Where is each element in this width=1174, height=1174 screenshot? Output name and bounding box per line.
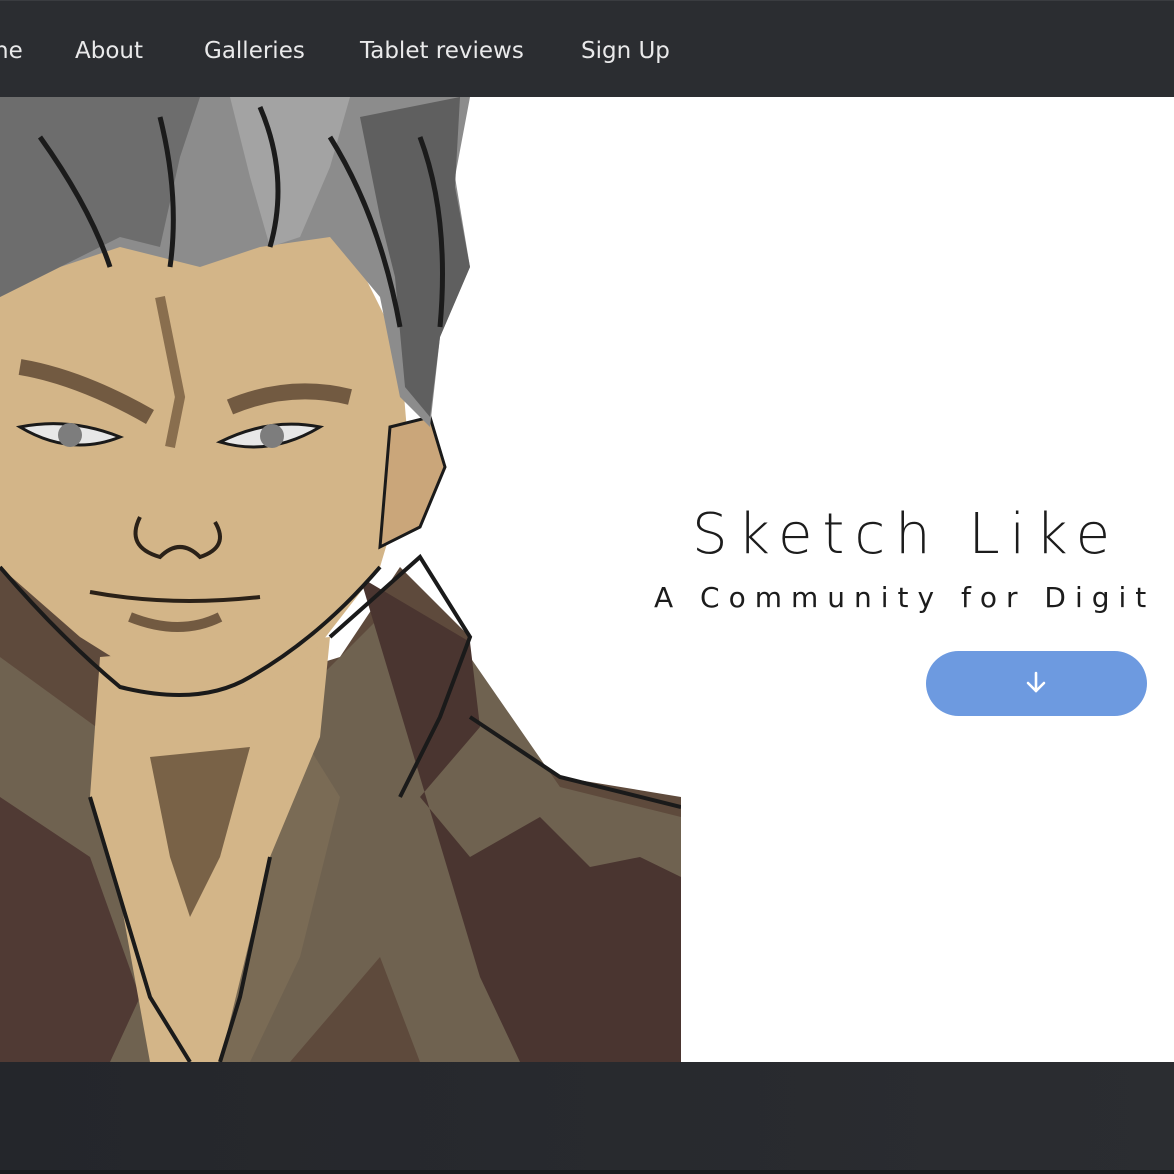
nav-item-home[interactable]: ne: [0, 37, 23, 65]
footer-divider: [0, 1170, 1174, 1174]
scroll-down-button[interactable]: [926, 651, 1147, 716]
nav-item-galleries[interactable]: Galleries: [204, 37, 305, 65]
hero-title: Sketch Like: [692, 502, 1121, 567]
footer-bar: [0, 1062, 1174, 1174]
hero-subtitle: A Community for Digit: [654, 581, 1156, 614]
nav-item-about[interactable]: About: [75, 37, 143, 65]
hero-section: Sketch Like A Community for Digit: [0, 97, 1174, 1062]
top-navigation-bar: ne About Galleries Tablet reviews Sign U…: [0, 0, 1174, 97]
nav-item-tablet-reviews[interactable]: Tablet reviews: [360, 37, 524, 65]
page: ne About Galleries Tablet reviews Sign U…: [0, 0, 1174, 1174]
nav-item-sign-up[interactable]: Sign Up: [581, 37, 670, 65]
hero-illustration: [0, 97, 681, 1062]
arrow-down-icon: [1026, 671, 1046, 693]
